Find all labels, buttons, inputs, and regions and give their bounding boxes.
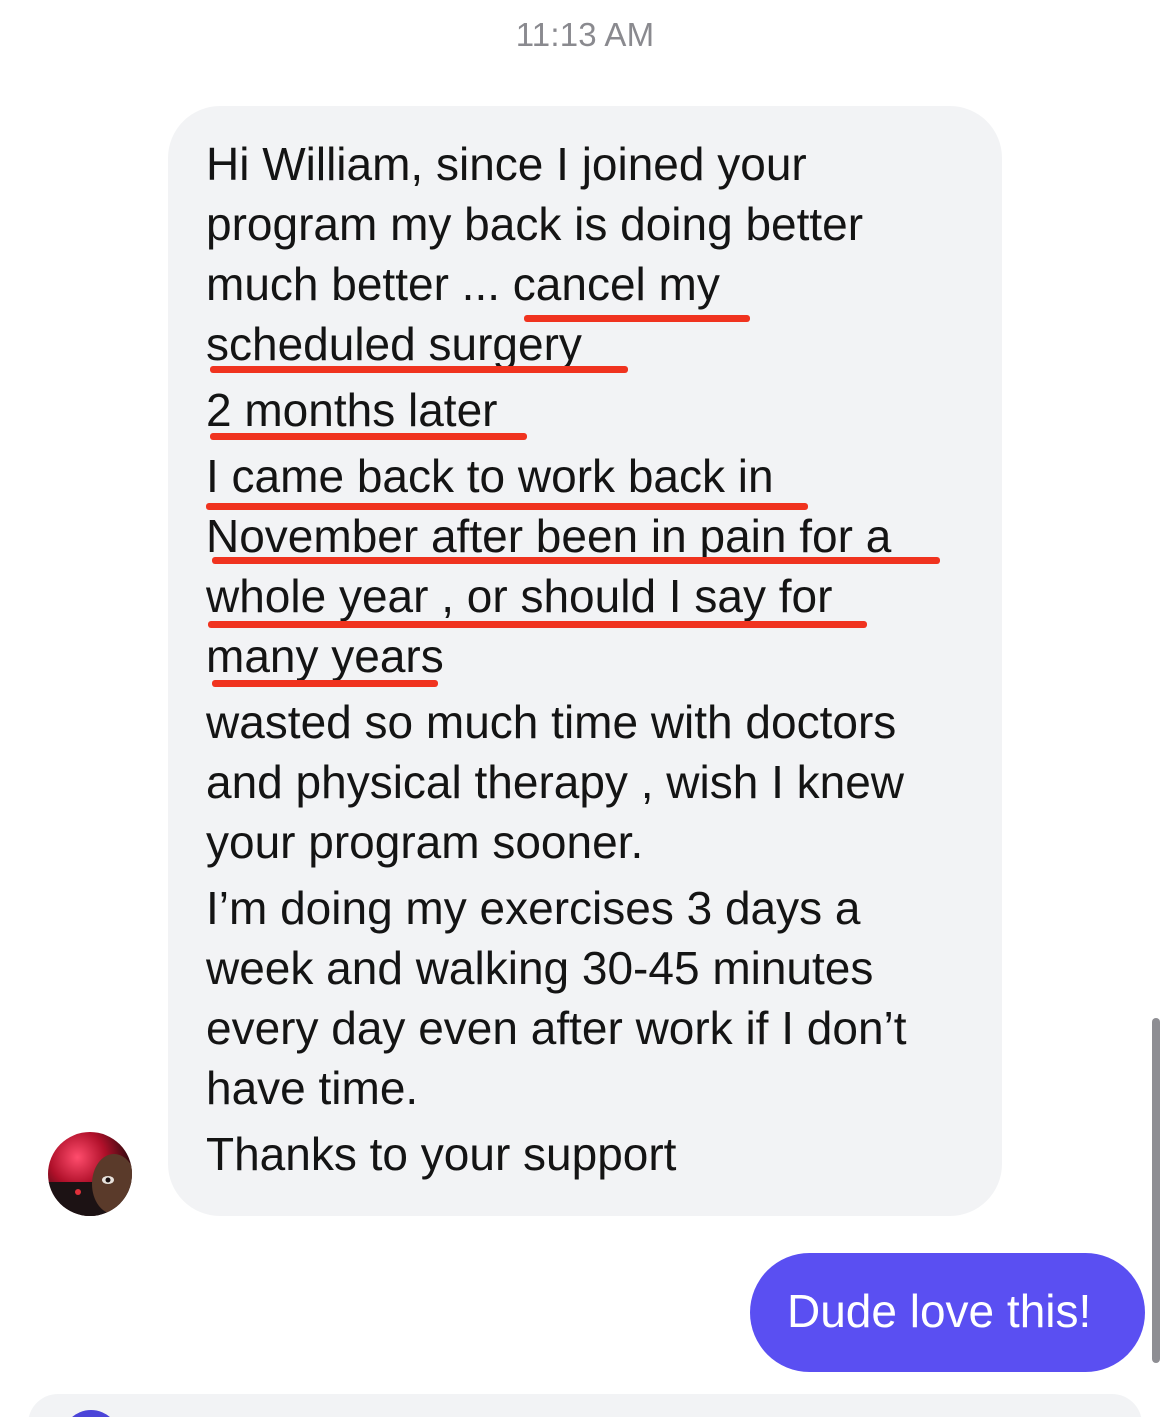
message-line: week and walking 30-45 minutes [206, 942, 874, 994]
message-line: your program sooner. [206, 816, 644, 868]
message-line: have time. [206, 1062, 419, 1114]
message-composer-input[interactable] [28, 1394, 1142, 1417]
message-line: November after been in pain for a [206, 510, 892, 562]
red-underline-annotation [206, 503, 808, 510]
message-line: I came back to work back in [206, 450, 774, 502]
message-line: and physical therapy , wish I knew [206, 756, 905, 808]
message-line: much better ... cancel my [206, 258, 720, 310]
red-underline-annotation [212, 557, 940, 564]
message-line: 2 months later [206, 384, 498, 436]
message-line: wasted so much time with doctors [206, 696, 897, 748]
red-underline-annotation [208, 621, 867, 628]
message-line: whole year , or should I say for [206, 570, 833, 622]
sender-avatar[interactable] [48, 1132, 132, 1216]
message-line: I’m doing my exercises 3 days a [206, 882, 861, 934]
red-underline-annotation [210, 366, 628, 373]
message-line: Hi William, since I joined your [206, 138, 807, 190]
scrollbar[interactable] [1152, 1018, 1160, 1363]
red-underline-annotation [212, 680, 438, 687]
message-line: Thanks to your support [206, 1128, 677, 1180]
message-line: many years [206, 630, 444, 682]
red-underline-annotation [210, 433, 527, 440]
message-timestamp: 11:13 AM [515, 16, 655, 53]
red-underline-annotation [524, 315, 750, 322]
message-line: every day even after work if I don’t [206, 1002, 907, 1054]
message-line: program my back is doing better [206, 198, 864, 250]
message-line: scheduled surgery [206, 318, 582, 370]
outgoing-message-text: Dude love this! [787, 1285, 1092, 1337]
chat-screen: 11:13 AM Hi William, since I joined your… [0, 0, 1170, 1417]
sender-avatar-photo [48, 1132, 132, 1216]
